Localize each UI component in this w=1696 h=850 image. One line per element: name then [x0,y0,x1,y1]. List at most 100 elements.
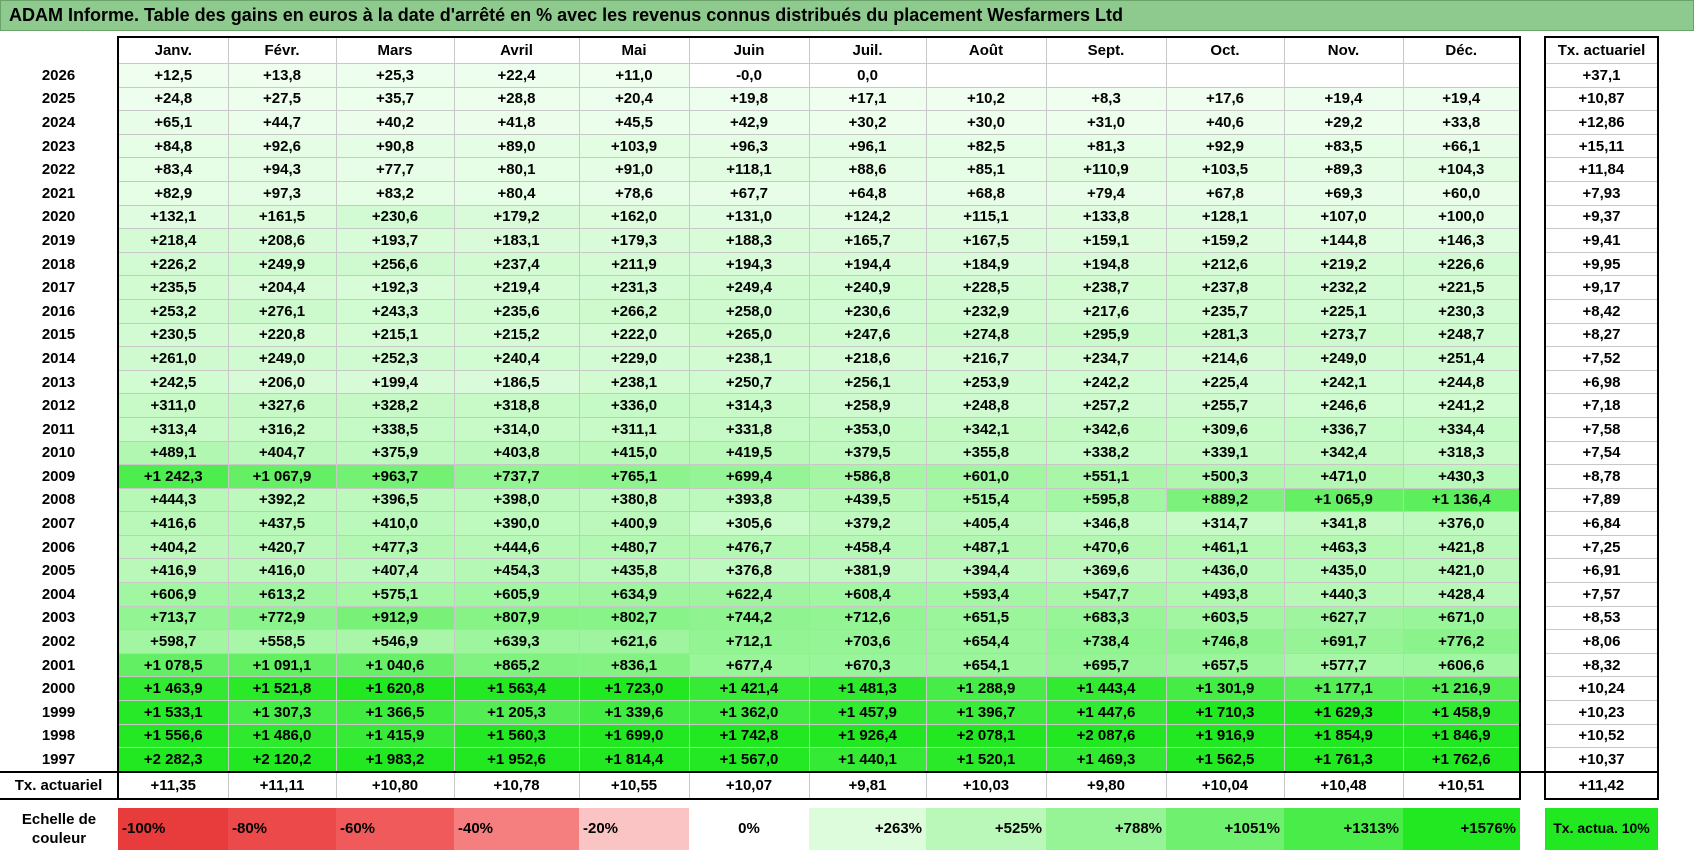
gain-cell: +314,0 [453,416,580,442]
month-header: Févr. [227,36,337,64]
monthly-rate: +10,07 [688,770,810,800]
gap-cell [1520,323,1545,347]
gain-cell: +194,3 [688,251,810,277]
gap-cell [1520,299,1545,324]
gain-cell: +470,6 [1045,534,1167,560]
color-scale-swatch: -60% [336,807,454,850]
gain-cell: +309,6 [1165,416,1285,442]
gain-cell: +33,8 [1402,110,1521,135]
table-row: 2011 +313,4 +316,2 +338,5 +314,0 +311,1 +331,8… [0,416,1659,442]
gain-cell: +1 307,3 [227,700,337,725]
gain-cell: +634,9 [578,582,690,607]
gain-cell: +232,2 [1283,275,1404,300]
overall-rate: +11,42 [1544,770,1659,800]
gain-cell [1283,63,1404,88]
gain-cell: +199,4 [335,369,455,395]
gain-cell: +393,8 [688,487,810,513]
table-row: 1998 +1 556,6 +1 486,0 +1 415,9 +1 560,3 +1 6… [0,723,1659,749]
monthly-rate: +10,51 [1402,770,1521,800]
gain-cell: +394,4 [925,558,1047,584]
gain-cell: +311,0 [117,393,229,418]
gap-cell [1520,582,1545,607]
gain-cell: +575,1 [335,582,455,607]
gain-cell: +807,9 [453,605,580,631]
gain-cell: +586,8 [808,464,927,489]
monthly-rate: +9,81 [808,770,927,800]
gain-cell: +235,7 [1165,298,1285,324]
gain-cell: +865,2 [453,652,580,678]
gain-cell: +419,5 [688,440,810,466]
gain-cell: +1 421,4 [688,676,810,702]
gain-cell: +83,2 [335,180,455,206]
actuarial-rate: +8,42 [1544,298,1659,324]
gain-cell: +1 443,4 [1045,676,1167,702]
gain-cell: +40,2 [335,110,455,135]
gain-cell: +11,0 [578,63,690,88]
table-row: 2017 +235,5 +204,4 +192,3 +219,4 +231,3 +249,4… [0,275,1659,300]
gain-cell: +746,8 [1165,629,1285,654]
gain-cell: +244,8 [1402,369,1521,395]
gap-cell [1520,464,1545,489]
table-row: 2024 +65,1 +44,7 +40,2 +41,8 +45,5 +42,9 +30,2 +… [0,110,1659,135]
gain-cell: +90,8 [335,133,455,159]
gain-cell: +379,2 [808,511,927,536]
gain-cell [1402,63,1521,88]
gain-cell: +192,3 [335,275,455,300]
month-header: Avril [453,36,580,64]
actuarial-rate: +9,41 [1544,228,1659,253]
gain-cell: +103,9 [578,133,690,159]
gain-cell: +92,9 [1165,133,1285,159]
gain-cell: +671,0 [1402,605,1521,631]
spacer-cell [118,799,228,808]
gain-cell: +241,2 [1402,393,1521,418]
gain-cell: +246,6 [1283,393,1404,418]
gain-cell: +110,9 [1045,157,1167,182]
gain-cell: +415,0 [578,440,690,466]
gain-cell: +215,1 [335,322,455,348]
gap-cell [1520,724,1545,748]
monthly-rate: +10,80 [335,770,455,800]
gain-cell: +30,0 [925,110,1047,135]
actuarial-rate: +8,32 [1544,652,1659,678]
year-label: 2025 [41,90,76,108]
gain-cell: +253,9 [925,369,1047,395]
color-scale-swatch: -40% [454,807,579,850]
gain-cell: +1 563,4 [453,676,580,702]
gain-cell: +436,0 [1165,558,1285,584]
totals-row: Tx. actuariel +11,35 +11,11 +10,80 +10,78 +10… [0,770,1659,800]
gain-cell: +10,2 [925,86,1047,112]
color-scale-swatch: +788% [1046,807,1166,850]
gain-cell: +258,9 [808,393,927,418]
gain-cell: +132,1 [117,204,229,230]
gain-cell: +84,8 [117,133,229,159]
gain-cell: +1 854,9 [1283,723,1404,749]
gain-cell: +60,0 [1402,180,1521,206]
gain-cell: +218,4 [117,228,229,253]
gain-cell: +598,7 [117,629,229,654]
gain-cell: +247,6 [808,322,927,348]
gain-cell: +253,2 [117,298,229,324]
monthly-rate: +10,03 [925,770,1047,800]
gain-cell: +2 282,3 [117,747,229,773]
gain-cell: +184,9 [925,251,1047,277]
gain-cell: +19,4 [1402,86,1521,112]
gain-cell: +124,2 [808,204,927,230]
year-label: 2004 [41,585,76,603]
gain-cell: +65,1 [117,110,229,135]
gain-cell: +252,3 [335,346,455,371]
gain-cell: +80,1 [453,157,580,182]
gain-cell: +258,0 [688,298,810,324]
gain-cell: +1 091,1 [227,652,337,678]
gain-cell: 0,0 [808,63,927,88]
gain-cell: +1 288,9 [925,676,1047,702]
actuarial-rate: +8,06 [1544,629,1659,654]
gap-cell [1520,747,1545,773]
table-row: 2014 +261,0 +249,0 +252,3 +240,4 +229,0 +238,1… [0,346,1659,371]
gap-cell [1520,807,1545,850]
table-row: 1999 +1 533,1 +1 307,3 +1 366,5 +1 205,3 +1 3… [0,700,1659,725]
year-label: 2022 [41,161,76,179]
actuarial-rate: +10,24 [1544,676,1659,702]
gain-cell: +699,4 [688,464,810,489]
actuarial-rate: +37,1 [1544,63,1659,88]
gain-cell: +96,3 [688,133,810,159]
